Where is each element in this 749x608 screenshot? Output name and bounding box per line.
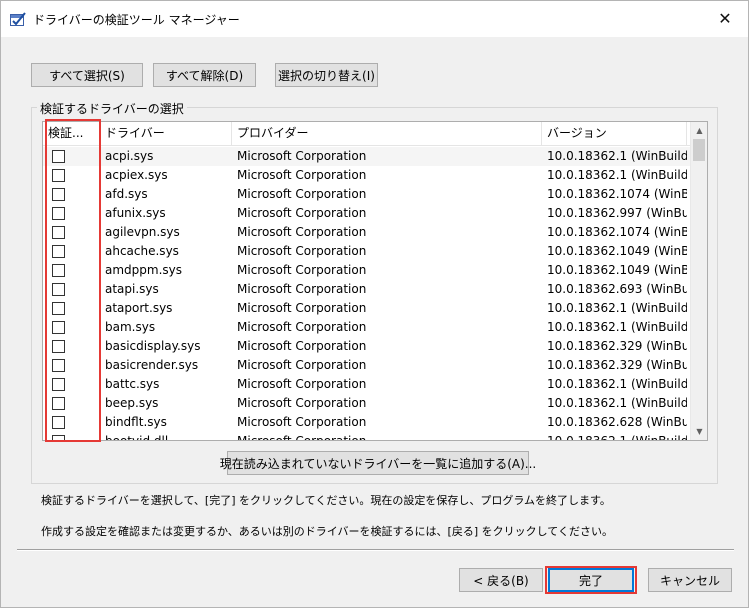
version-cell: 10.0.18362.1 (WinBuild.... [547,168,687,182]
driver-name-cell: bindflt.sys [105,415,167,429]
provider-cell: Microsoft Corporation [237,377,367,391]
chevron-down-icon[interactable]: ▼ [691,423,707,440]
column-header-provider[interactable]: プロバイダー [232,122,542,146]
driver-name-cell: ataport.sys [105,301,173,315]
driver-name-cell: ahcache.sys [105,244,179,258]
table-row[interactable]: ahcache.sys Microsoft Corporation 10.0.183… [43,242,691,261]
column-header-version[interactable]: バージョン [542,122,687,146]
finish-highlight-box [545,566,637,594]
table-row[interactable]: afunix.sys Microsoft Corporation 10.0.1836… [43,204,691,223]
table-row[interactable]: agilevpn.sys Microsoft Corporation 10.0.18… [43,223,691,242]
table-row[interactable]: basicdisplay.sys Microsoft Corporation 10.… [43,337,691,356]
table-row[interactable]: bam.sys Microsoft Corporation 10.0.18362.1… [43,318,691,337]
driver-name-cell: afd.sys [105,187,148,201]
table-row[interactable]: beep.sys Microsoft Corporation 10.0.18362.… [43,394,691,413]
version-cell: 10.0.18362.1074 (WinBu... [547,225,687,239]
table-row[interactable]: bindflt.sys Microsoft Corporation 10.0.183… [43,413,691,432]
provider-cell: Microsoft Corporation [237,282,367,296]
table-row[interactable]: ataport.sys Microsoft Corporation 10.0.183… [43,299,691,318]
version-cell: 10.0.18362.329 (WinBuil... [547,358,687,372]
add-unloaded-drivers-button[interactable]: 現在読み込まれていないドライバーを一覧に追加する(A)... [220,451,536,475]
dialog-window: ドライバーの検証ツール マネージャー ✕ すべて選択(S) すべて解除(D) 選… [0,0,749,608]
list-rows: acpi.sys Microsoft Corporation 10.0.18362.… [43,147,691,441]
deselect-all-button[interactable]: すべて解除(D) [153,63,256,87]
driver-name-cell: amdppm.sys [105,263,183,277]
vertical-scrollbar[interactable]: ▲ ▼ [690,122,707,440]
column-header-driver[interactable]: ドライバー [100,122,232,146]
close-icon[interactable]: ✕ [702,1,748,35]
provider-cell: Microsoft Corporation [237,168,367,182]
driver-name-cell: acpiex.sys [105,168,168,182]
title-bar: ドライバーの検証ツール マネージャー ✕ [1,1,748,37]
driver-list[interactable]: 検証... ドライバー プロバイダー バージョン acpi.sys Microso… [42,121,708,441]
driver-name-cell: acpi.sys [105,149,154,163]
instruction-text-2: 作成する設定を確認または変更するか、あるいは別のドライバーを検証するには、[戻る… [41,525,613,538]
provider-cell: Microsoft Corporation [237,263,367,277]
table-row[interactable]: afd.sys Microsoft Corporation 10.0.18362.1… [43,185,691,204]
highlight-box [45,119,101,442]
select-all-button[interactable]: すべて選択(S) [31,63,143,87]
driver-name-cell: bam.sys [105,320,156,334]
table-row[interactable]: amdppm.sys Microsoft Corporation 10.0.1836… [43,261,691,280]
driver-name-cell: atapi.sys [105,282,159,296]
invert-selection-button[interactable]: 選択の切り替え(I) [275,63,378,87]
provider-cell: Microsoft Corporation [237,434,367,441]
version-cell: 10.0.18362.1 (WinBuild.... [547,301,687,315]
table-row[interactable]: basicrender.sys Microsoft Corporation 10.0… [43,356,691,375]
table-row[interactable]: bootvid.dll Microsoft Corporation 10.0.183… [43,432,691,441]
version-cell: 10.0.18362.1 (WinBuild.... [547,396,687,410]
provider-cell: Microsoft Corporation [237,187,367,201]
provider-cell: Microsoft Corporation [237,301,367,315]
table-row[interactable]: acpiex.sys Microsoft Corporation 10.0.1836… [43,166,691,185]
version-cell: 10.0.18362.1074 (WinBu... [547,187,687,201]
version-cell: 10.0.18362.997 (WinBuil... [547,206,687,220]
provider-cell: Microsoft Corporation [237,149,367,163]
version-cell: 10.0.18362.1 (WinBuild.... [547,320,687,334]
provider-cell: Microsoft Corporation [237,206,367,220]
provider-cell: Microsoft Corporation [237,396,367,410]
version-cell: 10.0.18362.1049 (WinBu... [547,263,687,277]
driver-verifier-icon [10,12,26,26]
provider-cell: Microsoft Corporation [237,415,367,429]
driver-name-cell: agilevpn.sys [105,225,180,239]
version-cell: 10.0.18362.1049 (WinBu... [547,244,687,258]
window-title: ドライバーの検証ツール マネージャー [33,13,240,27]
cancel-button[interactable]: キャンセル [648,568,732,592]
version-cell: 10.0.18362.1 (WinBuild.... [547,149,687,163]
provider-cell: Microsoft Corporation [237,320,367,334]
table-row[interactable]: acpi.sys Microsoft Corporation 10.0.18362.… [43,147,691,166]
scroll-thumb[interactable] [693,139,705,161]
table-row[interactable]: atapi.sys Microsoft Corporation 10.0.18362… [43,280,691,299]
divider-highlight [17,550,734,551]
provider-cell: Microsoft Corporation [237,244,367,258]
driver-name-cell: battc.sys [105,377,160,391]
driver-name-cell: basicrender.sys [105,358,199,372]
list-header: 検証... ドライバー プロバイダー バージョン [43,122,691,146]
chevron-up-icon[interactable]: ▲ [691,122,707,139]
provider-cell: Microsoft Corporation [237,225,367,239]
version-cell: 10.0.18362.329 (WinBuil... [547,339,687,353]
driver-name-cell: basicdisplay.sys [105,339,201,353]
provider-cell: Microsoft Corporation [237,358,367,372]
table-row[interactable]: battc.sys Microsoft Corporation 10.0.18362… [43,375,691,394]
provider-cell: Microsoft Corporation [237,339,367,353]
version-cell: 10.0.18362.1 (WinBuild.... [547,377,687,391]
driver-name-cell: bootvid.dll [105,434,169,441]
group-label: 検証するドライバーの選択 [37,100,187,117]
driver-name-cell: beep.sys [105,396,159,410]
version-cell: 10.0.18362.693 (WinBuil... [547,282,687,296]
back-button[interactable]: < 戻る(B) [459,568,543,592]
instruction-text-1: 検証するドライバーを選択して、[完了] をクリックしてください。現在の設定を保存… [41,494,611,507]
driver-name-cell: afunix.sys [105,206,166,220]
version-cell: 10.0.18362.628 (WinBuil... [547,415,687,429]
version-cell: 10.0.18362.1 (WinBuild.... [547,434,687,441]
